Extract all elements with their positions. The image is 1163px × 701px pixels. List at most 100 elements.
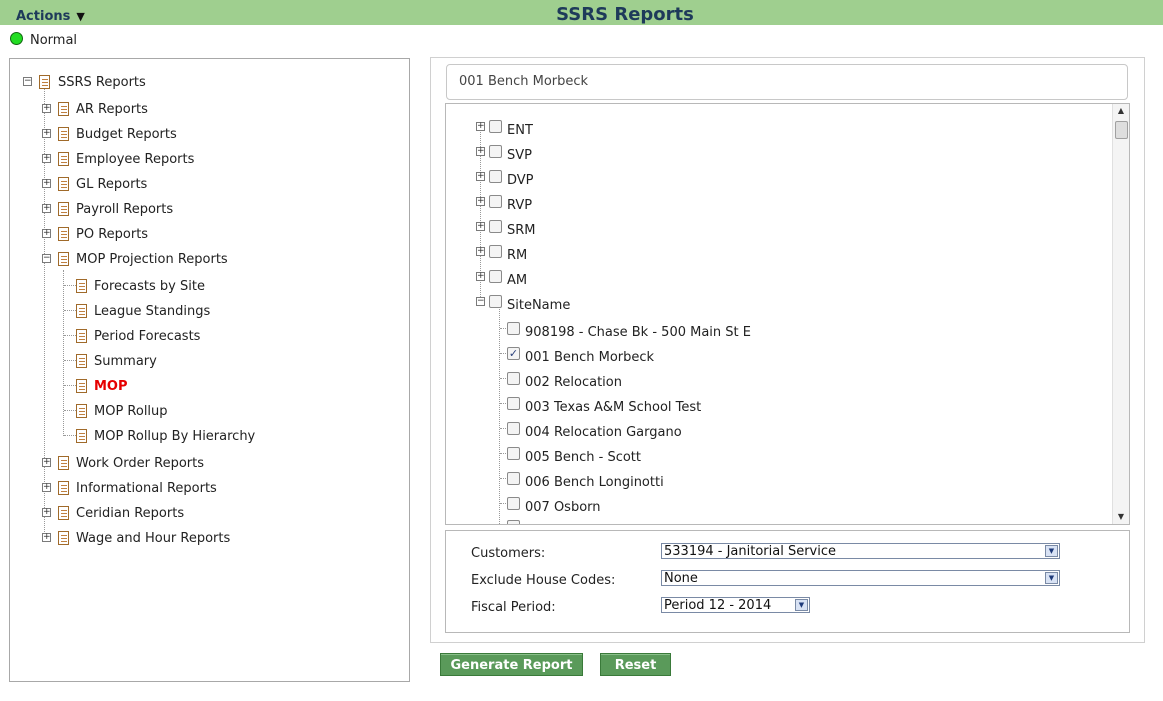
caret-down-icon: ▼ — [76, 10, 85, 23]
hierarchy-node-label[interactable]: RVP — [507, 198, 532, 213]
hierarchy-tree-box[interactable]: + ENT + SVP + DVP + RVP + SRM + RM + AM … — [445, 103, 1130, 525]
checkbox[interactable] — [507, 447, 520, 460]
report-tree-panel — [9, 58, 410, 682]
expand-icon[interactable]: + — [42, 154, 51, 163]
checkbox[interactable] — [507, 422, 520, 435]
tree-item-label[interactable]: Informational Reports — [76, 481, 217, 496]
report-icon — [58, 177, 69, 191]
expand-icon[interactable]: + — [476, 172, 485, 181]
tree-guide-line — [64, 385, 76, 386]
site-node-label[interactable]: 005 Bench - Scott — [525, 450, 641, 465]
expand-icon[interactable]: + — [42, 229, 51, 238]
checkbox[interactable] — [489, 245, 502, 258]
checkbox[interactable] — [507, 520, 520, 524]
tree-guide-line — [63, 270, 64, 436]
hierarchy-node-label[interactable]: SVP — [507, 148, 532, 163]
selected-site-display: 001 Bench Morbeck — [446, 64, 1128, 100]
collapse-icon[interactable]: − — [23, 77, 32, 86]
generate-report-button[interactable]: Generate Report — [440, 653, 583, 676]
hierarchy-node-label[interactable]: SiteName — [507, 298, 570, 313]
dropdown-arrow-icon[interactable]: ▼ — [795, 599, 808, 611]
dropdown-arrow-icon[interactable]: ▼ — [1045, 545, 1058, 557]
fiscal-period-select[interactable]: Period 12 - 2014 ▼ — [661, 597, 810, 613]
hierarchy-scrollbar[interactable]: ▲ ▼ — [1112, 104, 1129, 524]
expand-icon[interactable]: + — [42, 508, 51, 517]
expand-icon[interactable]: + — [42, 458, 51, 467]
tree-item-label[interactable]: Period Forecasts — [94, 329, 200, 344]
tree-item-label[interactable]: Work Order Reports — [76, 456, 204, 471]
checkbox[interactable] — [489, 295, 502, 308]
expand-icon[interactable]: + — [42, 179, 51, 188]
tree-item-label[interactable]: Employee Reports — [76, 152, 194, 167]
expand-icon[interactable]: + — [476, 247, 485, 256]
tree-item-label[interactable]: Ceridian Reports — [76, 506, 184, 521]
checkbox[interactable] — [507, 322, 520, 335]
scroll-thumb[interactable] — [1115, 121, 1128, 139]
site-node-label[interactable]: 908198 - Chase Bk - 500 Main St E — [525, 325, 751, 340]
exclude-house-codes-select[interactable]: None ▼ — [661, 570, 1060, 586]
scroll-up-icon[interactable]: ▲ — [1113, 104, 1129, 118]
site-node-label[interactable]: 007 Osborn — [525, 500, 601, 515]
top-bar: Actions ▼ SSRS Reports — [0, 0, 1163, 25]
expand-icon[interactable]: + — [476, 222, 485, 231]
checkbox[interactable] — [489, 145, 502, 158]
tree-item-label[interactable]: MOP Rollup By Hierarchy — [94, 429, 255, 444]
expand-icon[interactable]: + — [476, 147, 485, 156]
checkbox[interactable] — [489, 270, 502, 283]
expand-icon[interactable]: + — [476, 197, 485, 206]
tree-item-label[interactable]: MOP Rollup — [94, 404, 168, 419]
expand-icon[interactable]: + — [476, 122, 485, 131]
site-node-label[interactable]: 004 Relocation Gargano — [525, 425, 682, 440]
hierarchy-node-label[interactable]: ENT — [507, 123, 533, 138]
expand-icon[interactable]: + — [42, 204, 51, 213]
actions-menu[interactable]: Actions ▼ — [16, 9, 85, 24]
customers-select[interactable]: 533194 - Janitorial Service ▼ — [661, 543, 1060, 559]
tree-item-label[interactable]: Payroll Reports — [76, 202, 173, 217]
tree-item-label[interactable]: Forecasts by Site — [94, 279, 205, 294]
checkbox[interactable] — [489, 195, 502, 208]
tree-item-label-active[interactable]: MOP — [94, 379, 128, 394]
expand-icon[interactable]: + — [42, 104, 51, 113]
tree-item-label[interactable]: Summary — [94, 354, 157, 369]
checkbox[interactable] — [489, 170, 502, 183]
tree-guide-line — [64, 335, 76, 336]
selected-site-label: 001 Bench Morbeck — [459, 74, 589, 89]
site-node-label[interactable]: 006 Bench Longinotti — [525, 475, 664, 490]
expand-icon[interactable]: + — [42, 483, 51, 492]
expand-icon[interactable]: + — [42, 129, 51, 138]
tree-item-label[interactable]: League Standings — [94, 304, 210, 319]
tree-guide-line — [64, 285, 76, 286]
report-icon — [76, 304, 87, 318]
checkbox-checked[interactable]: ✓ — [507, 347, 520, 360]
expand-icon[interactable]: + — [476, 272, 485, 281]
checkbox[interactable] — [507, 372, 520, 385]
page-title: SSRS Reports — [556, 4, 694, 25]
collapse-icon[interactable]: − — [476, 297, 485, 306]
reset-button[interactable]: Reset — [600, 653, 671, 676]
tree-item-label[interactable]: Budget Reports — [76, 127, 177, 142]
tree-item-label[interactable]: Wage and Hour Reports — [76, 531, 230, 546]
site-node-label[interactable]: 001 Bench Morbeck — [525, 350, 654, 365]
checkbox[interactable] — [507, 472, 520, 485]
site-node-label[interactable]: 002 Relocation — [525, 375, 622, 390]
report-icon — [76, 329, 87, 343]
hierarchy-node-label[interactable]: RM — [507, 248, 527, 263]
tree-item-label[interactable]: MOP Projection Reports — [76, 252, 228, 267]
checkbox[interactable] — [507, 397, 520, 410]
report-icon — [58, 456, 69, 470]
collapse-icon[interactable]: − — [42, 254, 51, 263]
tree-root-label[interactable]: SSRS Reports — [58, 75, 146, 90]
scroll-down-icon[interactable]: ▼ — [1113, 510, 1129, 524]
hierarchy-node-label[interactable]: AM — [507, 273, 527, 288]
hierarchy-node-label[interactable]: SRM — [507, 223, 536, 238]
site-node-label[interactable]: 003 Texas A&M School Test — [525, 400, 701, 415]
checkbox[interactable] — [489, 120, 502, 133]
expand-icon[interactable]: + — [42, 533, 51, 542]
dropdown-arrow-icon[interactable]: ▼ — [1045, 572, 1058, 584]
tree-item-label[interactable]: GL Reports — [76, 177, 147, 192]
tree-item-label[interactable]: AR Reports — [76, 102, 148, 117]
tree-item-label[interactable]: PO Reports — [76, 227, 148, 242]
hierarchy-node-label[interactable]: DVP — [507, 173, 534, 188]
checkbox[interactable] — [507, 497, 520, 510]
checkbox[interactable] — [489, 220, 502, 233]
